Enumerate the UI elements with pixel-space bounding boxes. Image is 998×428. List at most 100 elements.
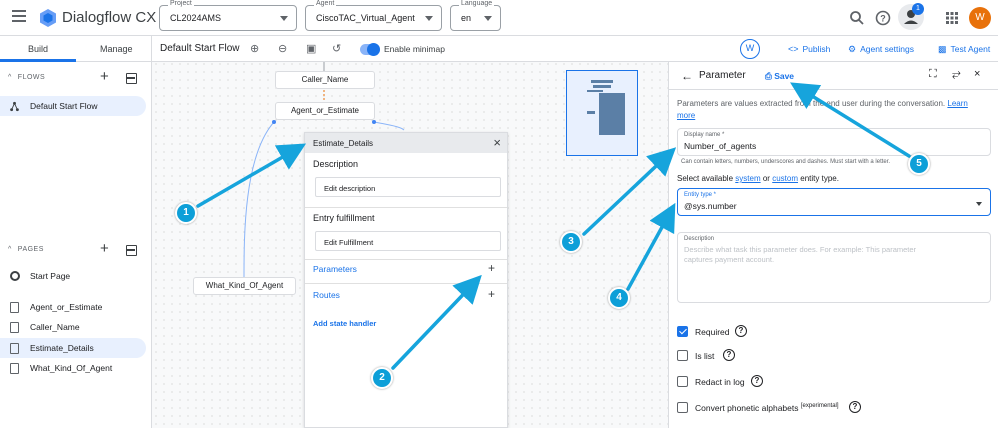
parameter-intro-text: Parameters are values extracted from the… [677, 98, 977, 122]
page-item-label: Estimate_Details [30, 343, 94, 353]
test-agent-button[interactable]: ▩ Test Agent [938, 44, 990, 55]
node-port[interactable] [372, 120, 376, 124]
back-arrow-icon[interactable]: ← [681, 69, 693, 83]
page-item-agent-or-estimate[interactable]: Agent_or_Estimate [0, 297, 146, 317]
flows-table-icon[interactable] [126, 73, 137, 84]
agent-select[interactable]: Agent CiscoTAC_Virtual_Agent [305, 0, 442, 31]
pages-table-icon[interactable] [126, 245, 137, 256]
nav-tabs: Build Manage [0, 36, 152, 62]
add-flow-icon[interactable]: + [100, 68, 109, 85]
add-parameter-icon[interactable]: + [488, 261, 495, 275]
callout-1: 1 [175, 202, 197, 224]
entry-fulfillment-label: Entry fulfillment [313, 213, 375, 223]
agent-select-label: Agent [314, 0, 337, 7]
page-item-what-kind-of-agent[interactable]: What_Kind_Of_Agent [0, 358, 146, 378]
page-icon [10, 363, 19, 374]
flows-heading: FLOWS [17, 74, 46, 81]
callout-4: 4 [608, 287, 630, 309]
tab-manage[interactable]: Manage [100, 44, 133, 54]
pages-section-header[interactable]: ^ PAGES [8, 246, 44, 253]
fullscreen-icon[interactable]: ⛶ [929, 68, 937, 81]
system-entity-link[interactable]: system [735, 174, 760, 183]
agent-settings-button[interactable]: ⚙ Agent settings [848, 44, 914, 55]
is-list-label: Is list [695, 351, 715, 361]
convert-phonetic-checkbox[interactable] [677, 402, 688, 413]
divider [305, 207, 507, 208]
pages-heading: PAGES [17, 246, 44, 253]
flows-section-header[interactable]: ^ FLOWS [8, 74, 45, 81]
divider [305, 259, 507, 260]
help-circle-icon[interactable]: ? [751, 375, 763, 387]
entity-type-prompt: Select available system or custom entity… [677, 174, 839, 183]
caret-down-icon [280, 16, 288, 21]
project-select-value: CL2024AMS [170, 13, 222, 23]
language-select[interactable]: Language en [450, 0, 501, 31]
page-item-start-page[interactable]: Start Page [0, 266, 146, 286]
menu-icon[interactable] [12, 10, 26, 22]
add-state-handler-link[interactable]: Add state handler [313, 319, 376, 328]
description-label: Description [313, 159, 359, 169]
entity-type-label: Entity type * [684, 192, 717, 198]
help-icon[interactable]: ? [874, 9, 892, 27]
entity-prompt-suffix: entity type. [800, 174, 839, 183]
gear-icon: ⚙ [848, 44, 857, 54]
caret-down-icon [484, 16, 492, 21]
edit-fulfillment-button[interactable]: Edit Fulfillment [315, 231, 501, 251]
flow-node-what-kind-of-agent[interactable]: What_Kind_Of_Agent [193, 277, 296, 295]
left-navigation-panel: Build Manage ^ FLOWS + Default Start Flow… [0, 36, 152, 428]
collaborator-avatar[interactable]: W [740, 39, 760, 59]
user-avatar[interactable]: W [969, 7, 991, 29]
parameters-section-link[interactable]: Parameters [313, 264, 357, 274]
publish-button[interactable]: <> Publish [788, 44, 830, 54]
page-item-label: Agent_or_Estimate [30, 302, 103, 312]
language-select-label: Language [459, 0, 495, 7]
flow-item-default-start-flow[interactable]: Default Start Flow [0, 96, 146, 116]
divider [305, 283, 507, 284]
close-icon[interactable]: × [493, 135, 501, 150]
save-button[interactable]: ⎙ Save [765, 71, 794, 82]
custom-entity-link[interactable]: custom [772, 174, 798, 183]
edit-description-button[interactable]: Edit description [315, 177, 501, 197]
help-circle-icon[interactable]: ? [849, 401, 861, 413]
flow-icon [10, 101, 19, 112]
dialogflow-logo-icon [40, 9, 56, 27]
flow-node-agent-or-estimate[interactable]: Agent_or_Estimate [275, 102, 375, 120]
tab-build[interactable]: Build [28, 44, 48, 54]
minimap[interactable] [566, 70, 638, 156]
add-route-icon[interactable]: + [488, 287, 495, 301]
intro-text: Parameters are values extracted from the… [677, 99, 946, 108]
page-item-caller-name[interactable]: Caller_Name [0, 317, 146, 337]
apps-grid-icon[interactable] [943, 9, 961, 27]
page-item-label: Caller_Name [30, 322, 80, 332]
page-item-label: Start Page [30, 271, 71, 281]
agent-select-value: CiscoTAC_Virtual_Agent [316, 13, 415, 23]
entity-prompt-or: or [762, 174, 770, 183]
node-port[interactable] [272, 120, 276, 124]
search-icon[interactable] [848, 9, 866, 27]
routes-section-link[interactable]: Routes [313, 290, 340, 300]
required-label: Required [695, 327, 730, 337]
parameter-panel-title: Parameter [699, 70, 746, 81]
page-detail-card: Estimate_Details × Description Edit desc… [304, 132, 508, 428]
help-circle-icon[interactable]: ? [735, 325, 747, 337]
flow-node-caller-name[interactable]: Caller_Name [275, 71, 375, 89]
display-name-label: Display name * [684, 132, 725, 138]
flow-item-label: Default Start Flow [30, 101, 98, 111]
agent-settings-label: Agent settings [860, 44, 914, 54]
redact-in-log-checkbox[interactable] [677, 376, 688, 387]
add-page-icon[interactable]: + [100, 240, 109, 257]
close-icon[interactable]: × [974, 68, 980, 80]
project-select[interactable]: Project CL2024AMS [159, 0, 297, 31]
required-checkbox[interactable] [677, 326, 688, 337]
page-item-estimate-details[interactable]: Estimate_Details [0, 338, 146, 358]
caret-down-icon [976, 202, 982, 206]
collapse-icon[interactable]: ⥂ [952, 68, 961, 81]
save-label: Save [774, 71, 795, 81]
entity-type-select[interactable]: Entity type * @sys.number [677, 188, 991, 216]
convert-phonetic-label: Convert phonetic alphabets [experimental… [695, 403, 839, 413]
save-icon: ⎙ [765, 71, 772, 81]
display-name-field[interactable]: Display name * Number_of_agents [677, 128, 991, 156]
is-list-checkbox[interactable] [677, 350, 688, 361]
description-textarea[interactable]: Description Describe what task this para… [677, 232, 991, 303]
help-circle-icon[interactable]: ? [723, 349, 735, 361]
